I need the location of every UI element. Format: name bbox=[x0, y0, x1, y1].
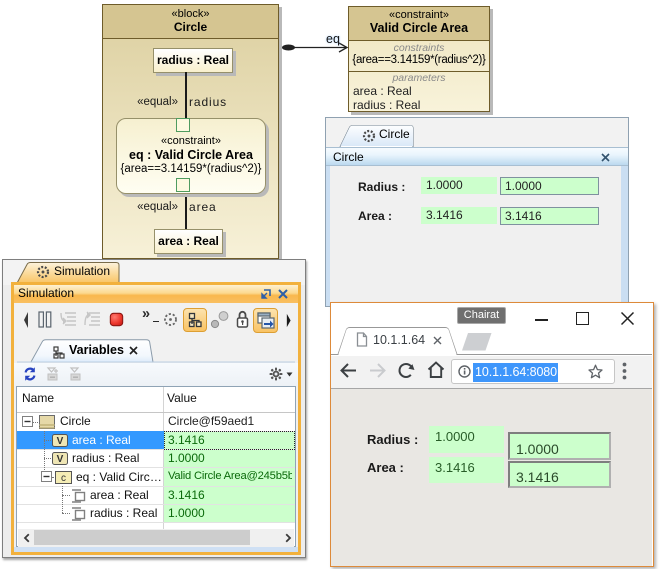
svg-text:V: V bbox=[57, 454, 64, 465]
svg-text:V: V bbox=[57, 436, 64, 447]
svg-text:c: c bbox=[61, 473, 66, 484]
